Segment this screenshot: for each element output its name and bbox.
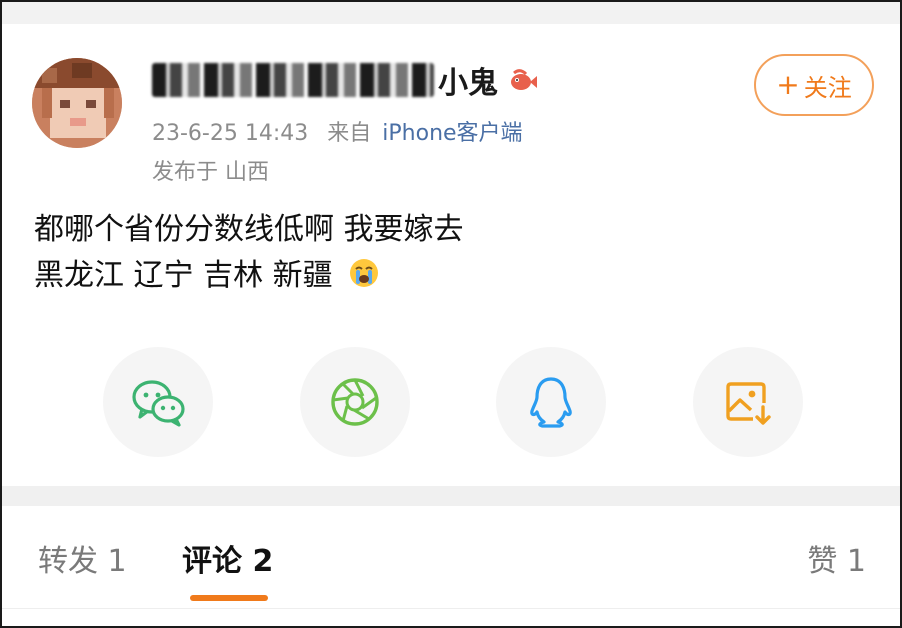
blurred-username	[152, 63, 434, 97]
post-text-line-2-content: 黑龙江 辽宁 吉林 新疆	[34, 258, 333, 293]
plus-icon: +	[776, 68, 800, 101]
moments-icon	[331, 378, 379, 426]
avatar[interactable]	[32, 58, 122, 148]
interaction-tabs: 转发 1 评论 2 赞 1	[2, 506, 900, 606]
crying-face-icon	[350, 259, 379, 287]
post-body: 都哪个省份分数线低啊 我要嫁去 黑龙江 辽宁 吉林 新疆	[34, 207, 464, 299]
qq-icon	[530, 377, 572, 428]
tab-like[interactable]: 赞 1	[807, 536, 866, 580]
save-image-button[interactable]	[693, 347, 803, 457]
follow-button[interactable]: + 关注	[754, 54, 874, 116]
follow-label: 关注	[803, 73, 852, 102]
tab-comment[interactable]: 评论 2	[182, 536, 273, 580]
post-text-line-2: 黑龙江 辽宁 吉林 新疆	[34, 253, 464, 299]
tab-repost[interactable]: 转发 1	[38, 536, 127, 580]
fish-badge-icon	[511, 69, 537, 90]
share-wechat-button[interactable]	[103, 347, 213, 457]
post-meta: 23-6-25 14:43 来自 iPhone客户端	[152, 115, 523, 147]
source-prefix: 来自	[327, 121, 372, 146]
post-location: 发布于 山西	[152, 160, 269, 185]
author-name-suffix: 小鬼	[438, 66, 498, 101]
share-qq-button[interactable]	[496, 347, 606, 457]
top-divider	[2, 2, 900, 24]
source-app[interactable]: iPhone客户端	[382, 121, 522, 146]
active-tab-indicator	[190, 595, 268, 601]
wechat-icon	[132, 380, 185, 427]
section-divider	[2, 486, 900, 506]
save-image-icon	[726, 382, 771, 425]
post-detail-screen: 小鬼 23-6-25 14:43 来自 iPhone客户端 发布于 山西 + 关…	[0, 0, 902, 628]
post-time: 23-6-25 14:43	[152, 121, 309, 146]
author-name[interactable]: 小鬼	[152, 60, 538, 101]
tabs-bottom-border	[2, 608, 900, 609]
share-moments-button[interactable]	[300, 347, 410, 457]
avatar-image	[32, 58, 122, 148]
post-text-line-1: 都哪个省份分数线低啊 我要嫁去	[34, 212, 464, 247]
share-row	[2, 347, 900, 457]
